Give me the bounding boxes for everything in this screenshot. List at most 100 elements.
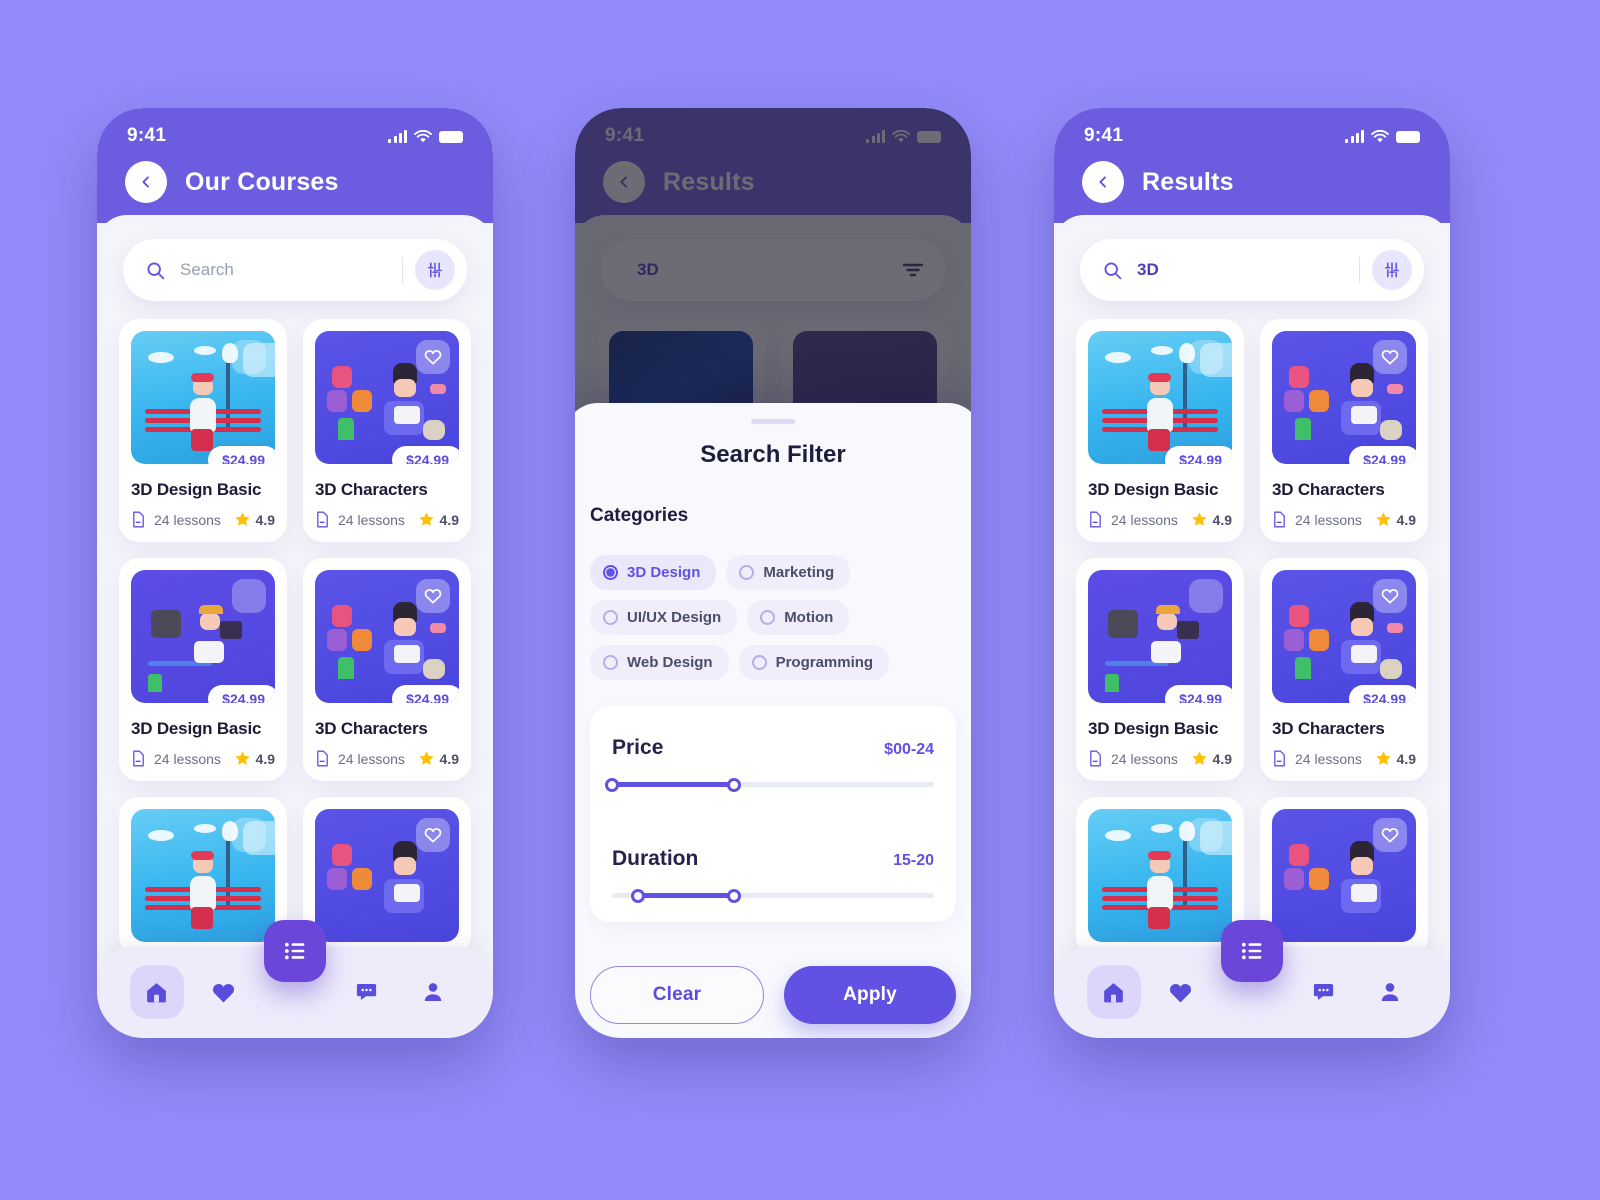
category-pill-web-design[interactable]: Web Design [590,645,729,680]
price-slider-fill [612,782,735,787]
list-fab-button[interactable] [264,920,326,982]
document-icon [133,511,144,528]
course-rating: 4.9 [1375,751,1416,767]
course-thumbnail: $24.99 [1088,331,1232,464]
price-slider-knob-max[interactable] [727,777,742,792]
course-price: $24.99 [1165,446,1232,464]
course-card[interactable]: $24.99 3D Characters 24 lessons 4.9 [1260,319,1428,542]
course-thumbnail [1272,809,1416,942]
course-card[interactable] [119,797,287,956]
apply-button[interactable]: Apply [784,966,956,1024]
price-slider-track[interactable] [605,777,934,792]
category-pill-programming[interactable]: Programming [738,645,890,680]
course-thumbnail: $24.99 [1272,331,1416,464]
back-button[interactable] [1082,161,1124,203]
favorite-button[interactable] [1189,818,1223,852]
nav-item-favorites[interactable] [1154,965,1208,1019]
filter-button[interactable] [1372,250,1412,290]
status-time: 9:41 [127,125,167,146]
filter-button[interactable] [415,250,455,290]
screen-body: 3D [1054,215,1450,1038]
course-meta: 24 lessons 4.9 [1272,750,1416,767]
favorite-button[interactable] [232,818,266,852]
nav-item-profile[interactable] [406,965,460,1019]
phone-results: 9:41 Results 3D $24.99 3D Design Basic 2… [1054,108,1450,1038]
favorite-button[interactable] [1373,818,1407,852]
course-meta: 24 lessons 4.9 [1088,511,1232,528]
category-pill-motion[interactable]: Motion [747,600,850,635]
duration-slider-knob-min[interactable] [630,888,645,903]
duration-slider-knob-max[interactable] [727,888,742,903]
document-icon [1090,511,1101,528]
duration-slider-fill [637,893,735,898]
course-lessons: 24 lessons [338,750,405,767]
course-card[interactable]: $24.99 3D Design Basic 24 lessons 4.9 [119,558,287,781]
course-price: $24.99 [1165,685,1232,703]
favorite-button[interactable] [1373,579,1407,613]
course-card[interactable]: $24.99 3D Characters 24 lessons 4.9 [1260,558,1428,781]
phone-our-courses: 9:41 Our Courses Search $24.99 3D Design… [97,108,493,1038]
category-label: 3D Design [627,564,701,581]
course-card[interactable]: $24.99 3D Characters 24 lessons 4.9 [303,319,471,542]
course-card[interactable] [1076,797,1244,956]
favorite-button[interactable] [1189,340,1223,374]
course-card[interactable] [1260,797,1428,956]
heart-icon [424,589,442,604]
status-time: 9:41 [1084,125,1124,146]
category-pill-marketing[interactable]: Marketing [726,555,851,590]
nav-item-profile[interactable] [1363,965,1417,1019]
course-title: 3D Characters [1272,719,1385,738]
category-label: Marketing [763,564,835,581]
battery-icon [439,130,463,143]
star-icon [418,751,434,765]
status-bar: 9:41 [97,108,493,147]
course-rating: 4.9 [418,751,459,767]
nav-item-home[interactable] [1086,965,1141,1019]
list-fab-button[interactable] [1221,920,1283,982]
course-price: $24.99 [392,446,459,464]
course-card[interactable]: $24.99 3D Characters 24 lessons 4.9 [303,558,471,781]
list-icon [284,942,305,960]
favorite-button[interactable] [1373,340,1407,374]
nav-item-chat[interactable] [339,965,393,1019]
favorite-button[interactable] [416,340,450,374]
nav-item-chat[interactable] [1296,965,1350,1019]
course-rating: 4.9 [418,511,459,528]
star-icon [1191,751,1207,765]
favorite-button[interactable] [232,340,266,374]
category-pill-ui-ux-design[interactable]: UI/UX Design [590,600,738,635]
phone-search-filter: 9:41 Results [575,108,971,1038]
nav-item-favorites[interactable] [197,965,251,1019]
modal-drag-handle[interactable] [751,419,795,424]
category-pill-3d-design[interactable]: 3D Design [590,555,717,590]
rating-value: 4.9 [439,511,459,528]
search-input[interactable]: 3D [1137,260,1359,280]
wifi-icon [1371,129,1389,142]
heart-icon [1381,828,1399,843]
favorite-button[interactable] [416,579,450,613]
back-button[interactable] [125,161,167,203]
search-bar[interactable]: Search [123,239,467,301]
search-bar[interactable]: 3D [1080,239,1424,301]
duration-value: 15-20 [893,852,934,869]
screen: 9:41 Our Courses Search $24.99 3D Design… [97,108,493,1038]
course-card[interactable]: $24.99 3D Design Basic 24 lessons 4.9 [119,319,287,542]
course-lessons: 24 lessons [1111,750,1178,767]
favorite-button[interactable] [1189,579,1223,613]
clear-button[interactable]: Clear [590,966,764,1024]
tune-sliders-icon [1385,262,1399,278]
price-slider-knob-min[interactable] [605,777,619,792]
course-grid: $24.99 3D Design Basic 24 lessons 4.9 $2… [1054,301,1450,956]
nav-row: Our Courses [97,147,493,203]
nav-item-home[interactable] [129,965,184,1019]
favorite-button[interactable] [232,579,266,613]
status-icons [1345,129,1420,143]
course-card[interactable]: $24.99 3D Design Basic 24 lessons 4.9 [1076,558,1244,781]
favorite-button[interactable] [416,818,450,852]
document-icon [317,750,328,767]
course-card[interactable] [303,797,471,956]
course-card[interactable]: $24.99 3D Design Basic 24 lessons 4.9 [1076,319,1244,542]
star-icon [1375,512,1391,526]
duration-slider-track[interactable] [612,888,934,903]
search-input[interactable]: Search [180,260,402,280]
